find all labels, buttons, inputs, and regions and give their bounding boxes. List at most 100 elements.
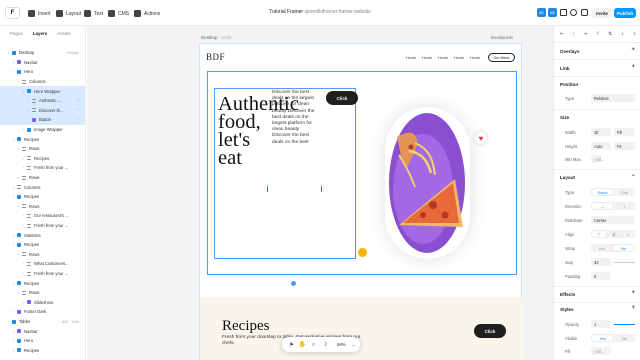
layer-row[interactable]: › Rows xyxy=(0,173,85,183)
chevron-down-icon[interactable]: ⌄ xyxy=(350,341,357,348)
gap-input[interactable]: 32 xyxy=(591,258,611,266)
layer-row[interactable]: › Columns xyxy=(0,77,85,87)
site-logo[interactable]: BDF xyxy=(206,52,225,62)
layer-row[interactable]: › Authentic ... + xyxy=(0,96,85,106)
avatar[interactable]: AE xyxy=(548,8,557,17)
distribute-select[interactable]: Center xyxy=(591,216,635,224)
layer-row[interactable]: › Recipes xyxy=(0,240,85,250)
layer-row[interactable]: › Button + xyxy=(0,115,85,125)
align-toggle[interactable]: ⊤ ╋ ⊥ xyxy=(591,230,635,238)
align-top-icon[interactable]: ⊤ xyxy=(596,31,600,37)
layer-row[interactable]: › Hero xyxy=(0,336,85,346)
pointer-icon[interactable]: ➤ xyxy=(288,341,295,348)
remove-layout-icon[interactable]: − xyxy=(631,173,635,179)
vertical-direction-icon[interactable]: ↕ xyxy=(614,202,635,210)
layer-row[interactable]: › Slideshow xyxy=(0,298,85,308)
align-left-icon[interactable]: ⇤ xyxy=(560,31,564,37)
layer-row[interactable]: › Footer Dark xyxy=(0,307,85,317)
layer-row[interactable]: › Desktop Primary xyxy=(0,48,85,58)
gap-slider[interactable] xyxy=(614,262,635,263)
play-icon[interactable] xyxy=(560,9,567,16)
publish-button[interactable]: Publish xyxy=(614,8,636,18)
layer-row[interactable]: › Hero xyxy=(0,67,85,77)
layer-row[interactable]: › Tablet 640 - 1199 xyxy=(0,317,85,327)
layer-row[interactable]: › Rows xyxy=(0,202,85,212)
layer-row[interactable]: › Columns xyxy=(0,182,85,192)
layer-row[interactable]: › Recipes xyxy=(0,192,85,202)
insert-button[interactable]: Insert xyxy=(28,9,51,18)
layer-row[interactable]: › Image Wrapper xyxy=(0,125,85,135)
tab-assets[interactable]: Assets xyxy=(57,31,71,36)
align-bottom-icon[interactable]: ⊥ xyxy=(621,31,625,37)
fill-add-button[interactable]: Add... xyxy=(591,347,611,355)
nav-link[interactable]: Home xyxy=(454,56,464,60)
share-icon[interactable] xyxy=(581,9,588,16)
avatar[interactable]: AE xyxy=(537,8,546,17)
align-center-icon[interactable]: ↕ xyxy=(572,31,574,37)
align-center-icon[interactable]: ╋ xyxy=(607,230,621,238)
align-start-icon[interactable]: ⊤ xyxy=(592,231,606,237)
align-end-icon[interactable]: ⊥ xyxy=(621,230,635,238)
opacity-slider[interactable] xyxy=(614,324,635,325)
layout-type-toggle[interactable]: Stack Grid xyxy=(591,188,635,196)
breakpoints-button[interactable]: Breakpoints xyxy=(491,35,513,40)
layer-row[interactable]: › Discover th... + xyxy=(0,105,85,116)
layer-row[interactable]: › Navbar xyxy=(0,326,85,336)
distribute-icon[interactable]: ≡ xyxy=(633,31,636,37)
resize-handle[interactable] xyxy=(290,280,297,287)
layer-row[interactable]: › Navbar xyxy=(0,58,85,68)
horizontal-direction-icon[interactable]: ↔ xyxy=(592,203,613,209)
add-style-icon[interactable]: + xyxy=(631,305,635,311)
nav-link[interactable]: Home xyxy=(406,56,416,60)
hero-description[interactable]: Discover the best deals on the largest p… xyxy=(272,90,318,146)
hero-image[interactable] xyxy=(385,107,470,259)
add-link-icon[interactable]: + xyxy=(631,64,635,70)
width-mode-select[interactable]: Fill xyxy=(614,128,635,136)
layer-row[interactable]: › What Customers... xyxy=(0,259,85,269)
direction-toggle[interactable]: ↔ ↕ xyxy=(591,202,635,210)
layer-row[interactable]: › Hero Wrapper xyxy=(0,86,85,96)
align-right-icon[interactable]: ⇥ xyxy=(583,31,587,37)
layer-row[interactable]: › Statistics xyxy=(0,230,85,240)
nav-link[interactable]: Home xyxy=(470,56,480,60)
opacity-input[interactable]: 1 xyxy=(591,320,611,328)
hero-click-button[interactable]: Click xyxy=(326,91,358,105)
cms-button[interactable]: CMS xyxy=(108,9,129,18)
layer-row[interactable]: › Rows xyxy=(0,250,85,260)
text-button[interactable]: Text xyxy=(84,9,103,18)
wrap-no-option[interactable]: No xyxy=(613,245,634,251)
layer-row[interactable]: › Recipes xyxy=(0,278,85,288)
visible-toggle[interactable]: Yes No xyxy=(591,334,635,342)
recipes-section[interactable]: Recipes Fresh from your doorstep to tabl… xyxy=(200,297,523,360)
padding-input[interactable]: 0 xyxy=(591,272,611,280)
nav-link[interactable]: Home xyxy=(438,56,448,60)
zoom-level[interactable]: 68% xyxy=(337,342,346,347)
layer-row[interactable]: › Recipes xyxy=(0,134,85,144)
our-menu-button[interactable]: Our Menu xyxy=(488,53,515,62)
project-title[interactable]: Tutorial Framer spondikiframer.framer.we… xyxy=(240,9,400,15)
align-middle-icon[interactable]: ⇅ xyxy=(608,31,612,37)
layout-button[interactable]: Layout xyxy=(56,9,81,18)
framer-menu-button[interactable]: F xyxy=(5,7,20,19)
frame-label[interactable]: Desktop 1440 xyxy=(201,35,232,40)
stack-option[interactable]: Stack xyxy=(592,189,613,195)
tab-pages[interactable]: Pages xyxy=(10,31,23,36)
layer-row[interactable]: › Fresh from your ... xyxy=(0,221,85,231)
desktop-frame[interactable]: BDF Home Home Home Home Home Our Menu Au… xyxy=(199,43,523,360)
position-type-select[interactable]: Relative xyxy=(591,94,635,102)
actions-button[interactable]: Actions xyxy=(134,9,160,18)
invite-button[interactable]: Invite xyxy=(592,8,612,18)
tab-layers[interactable]: Layers xyxy=(33,31,48,36)
add-overlay-icon[interactable]: + xyxy=(631,47,635,53)
gear-icon[interactable] xyxy=(570,9,577,16)
nav-link[interactable]: Home xyxy=(422,56,432,60)
width-input[interactable]: 1fr xyxy=(591,128,611,136)
wrap-toggle[interactable]: Yes No xyxy=(591,244,635,252)
minmax-add-button[interactable]: Add... xyxy=(591,155,605,163)
height-mode-select[interactable]: Fit xyxy=(614,142,635,150)
canvas[interactable]: Desktop 1440 Breakpoints BDF Home Home Ho… xyxy=(87,26,553,360)
layer-row[interactable]: › Recipes xyxy=(0,154,85,164)
visible-yes-option[interactable]: Yes xyxy=(592,335,613,341)
add-effect-icon[interactable]: + xyxy=(631,290,635,296)
heart-icon[interactable]: ♥ xyxy=(475,132,487,144)
